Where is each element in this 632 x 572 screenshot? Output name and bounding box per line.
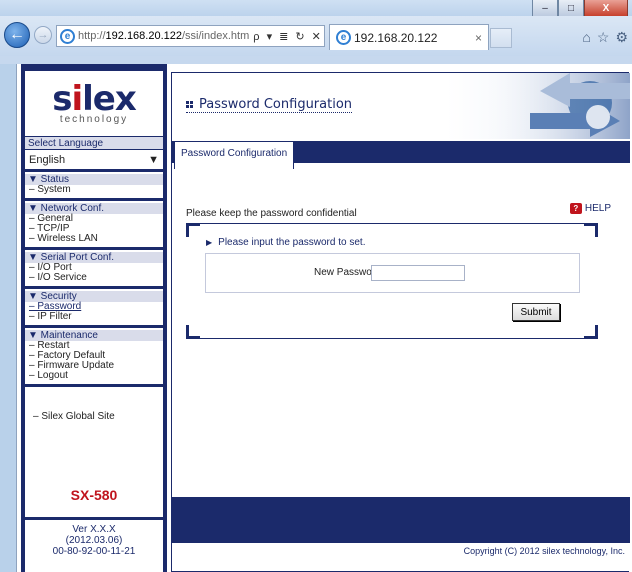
model-name: SX-580: [70, 487, 118, 503]
address-tools[interactable]: ρ ▾ ≣ ↻ ✕: [253, 30, 323, 43]
sidebar-panel: silex technology Select Language English…: [25, 71, 163, 572]
page-viewport: silex technology Select Language English…: [16, 64, 632, 572]
command-bar: [0, 56, 632, 64]
tab-password-configuration[interactable]: Password Configuration: [174, 141, 295, 169]
address-bar[interactable]: e http://192.168.20.122/ssi/index.htm ρ …: [56, 25, 325, 47]
main-content: Password Configuration Password Configur…: [171, 72, 630, 572]
frame-corner: [186, 223, 200, 237]
frame-corner: [186, 325, 200, 339]
version-number: Ver X.X.X: [72, 524, 116, 535]
silex-logo: silex technology: [25, 71, 163, 137]
url-host: 192.168.20.122: [105, 30, 182, 42]
logo-s: s: [52, 79, 72, 119]
menu-status: ▼ Status – System: [25, 172, 163, 201]
chevron-down-icon: ▼: [148, 153, 159, 166]
page-banner: Password Configuration: [172, 73, 630, 139]
tab-bar: Password Configuration: [172, 141, 630, 169]
menu-item-logout[interactable]: – Logout: [25, 371, 163, 381]
sidebar: silex technology Select Language English…: [21, 64, 167, 572]
password-instruction: Please input the password to set.: [206, 237, 365, 248]
home-icon[interactable]: ⌂: [582, 29, 590, 46]
page-footer-band: [172, 497, 630, 543]
logo-lex: lex: [82, 79, 137, 119]
ie-page-icon: e: [60, 28, 75, 44]
language-label: Select Language: [25, 137, 163, 150]
silex-global-site-link[interactable]: – Silex Global Site: [25, 387, 163, 422]
frame-corner: [584, 223, 598, 237]
page-title-text: Password Configuration: [199, 97, 353, 112]
submit-button[interactable]: Submit: [512, 303, 560, 321]
maximize-button[interactable]: □: [558, 0, 584, 17]
menu-network: ▼ Network Conf. – General – TCP/IP – Wir…: [25, 201, 163, 250]
frame-bottom-line: [186, 338, 598, 339]
minimize-button[interactable]: –: [532, 0, 558, 17]
banner-arrows-graphic: [480, 73, 630, 139]
language-select[interactable]: English ▼: [25, 150, 163, 172]
browser-navbar: ← → e http://192.168.20.122/ssi/index.ht…: [0, 16, 632, 56]
language-value: English: [29, 153, 66, 166]
close-window-button[interactable]: X: [584, 0, 628, 17]
back-arrow-icon: ←: [9, 26, 25, 43]
tab-page-icon: e: [336, 30, 351, 45]
copyright-text: Copyright (C) 2012 silex technology, Inc…: [463, 546, 625, 556]
browser-tab[interactable]: e 192.168.20.122 ×: [329, 24, 489, 50]
logo-wordmark: silex: [52, 79, 137, 119]
page-title: Password Configuration: [186, 97, 353, 113]
logo-subtitle: technology: [59, 114, 129, 125]
new-tab-button[interactable]: [490, 28, 512, 48]
help-icon: ?: [569, 203, 582, 214]
url-scheme: http://: [78, 30, 106, 42]
help-link[interactable]: ? HELP: [569, 203, 611, 214]
menu-security: ▼ Security – Password – IP Filter: [25, 289, 163, 328]
mac-address: 00-80-92-00-11-21: [52, 546, 136, 557]
new-password-input[interactable]: [371, 265, 465, 281]
menu-serial: ▼ Serial Port Conf. – I/O Port – I/O Ser…: [25, 250, 163, 289]
version-date: (2012.03.06): [65, 535, 123, 546]
password-note: Please keep the password confidential: [186, 208, 357, 219]
frame-corner: [584, 325, 598, 339]
title-bullet-icon: [186, 101, 193, 108]
tab-title: 192.168.20.122: [354, 30, 438, 45]
forward-arrow-icon: →: [37, 29, 49, 41]
address-url[interactable]: http://192.168.20.122/ssi/index.htm: [78, 30, 249, 42]
menu-item-ip-filter[interactable]: – IP Filter: [25, 312, 163, 322]
frame-top-line: [186, 223, 598, 224]
browser-tools: ⌂ ☆ ⚙: [582, 29, 628, 46]
window-controls: – □ X: [532, 0, 628, 17]
help-label: HELP: [584, 203, 611, 214]
gear-icon[interactable]: ⚙: [615, 29, 628, 46]
favorites-star-icon[interactable]: ☆: [597, 29, 610, 46]
back-button[interactable]: ←: [4, 22, 30, 48]
forward-button[interactable]: →: [34, 26, 52, 44]
menu-item-system[interactable]: – System: [25, 185, 163, 195]
menu-item-wireless-lan[interactable]: – Wireless LAN: [25, 234, 163, 244]
password-form-frame: Please input the password to set. New Pa…: [186, 223, 598, 339]
logo-i: i: [71, 79, 83, 119]
url-path: /ssi/index.htm: [182, 30, 250, 42]
menu-maintenance: ▼ Maintenance – Restart – Factory Defaul…: [25, 328, 163, 387]
password-field-box: New Password :: [205, 253, 580, 293]
menu-item-io-service[interactable]: – I/O Service: [25, 273, 163, 283]
window-titlebar: – □ X: [0, 0, 632, 17]
tab-close-icon[interactable]: ×: [475, 31, 482, 45]
version-info: Ver X.X.X (2012.03.06) 00-80-92-00-11-21: [25, 517, 163, 557]
